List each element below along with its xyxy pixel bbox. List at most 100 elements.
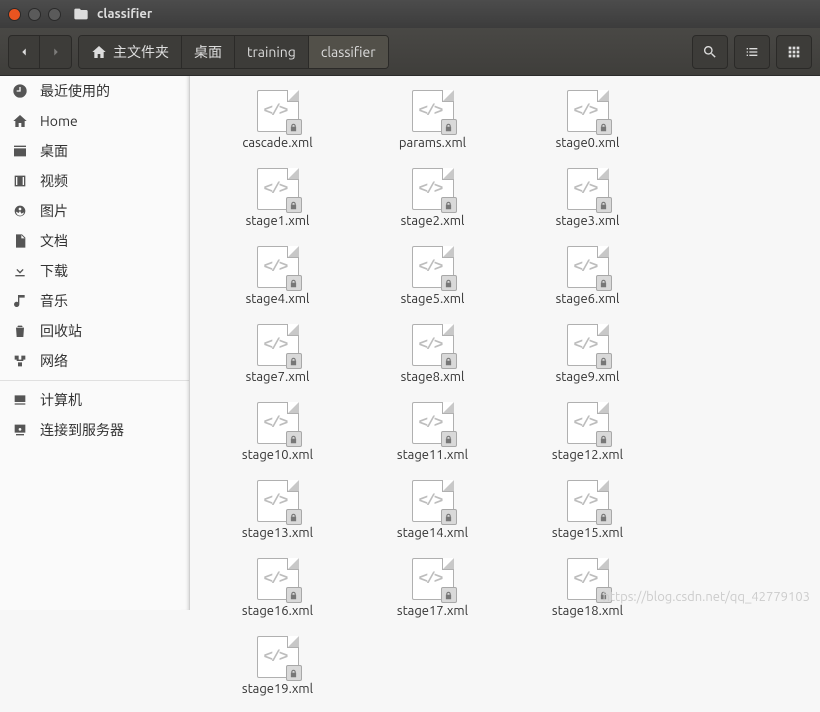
sidebar-item[interactable]: 视频 [0,166,189,196]
xml-file-icon: </> [257,246,299,288]
lock-icon [444,513,453,522]
file-item[interactable]: </>stage19.xml [200,634,355,712]
file-label: stage10.xml [242,448,313,462]
xml-file-icon: </> [412,480,454,522]
lock-icon [444,591,453,600]
home-icon [12,113,28,129]
file-item[interactable]: </> stage10.xml [200,400,355,478]
path-segment[interactable]: 桌面 [182,36,235,68]
xml-file-icon: </> [567,90,609,132]
lock-icon [444,279,453,288]
file-label: stage7.xml [246,370,310,384]
minimize-button[interactable] [28,8,41,21]
sidebar-item[interactable]: 最近使用的 [0,76,189,106]
xml-file-icon: </> [257,402,299,444]
sidebar-item[interactable]: 桌面 [0,136,189,166]
file-label: stage8.xml [401,370,465,384]
file-label: stage0.xml [556,136,620,150]
lock-icon [444,435,453,444]
xml-file-icon: </> [412,90,454,132]
list-view-button[interactable] [734,35,770,69]
file-item[interactable]: </>stage17.xml [355,556,510,634]
sidebar-item-label: 下载 [40,261,68,281]
watermark: https://blog.csdn.net/qq_42779103 [603,590,811,604]
xml-file-icon: </> [257,90,299,132]
file-item[interactable]: </>stage13.xml [200,478,355,556]
file-item[interactable]: </> stage9.xml [510,322,665,400]
pictures-icon [12,203,28,219]
file-item[interactable]: </>stage2.xml [355,166,510,244]
file-item[interactable]: </>stage11.xml [355,400,510,478]
file-item[interactable]: </> stage15.xml [510,478,665,556]
close-button[interactable] [8,8,21,21]
path-label: 主文件夹 [113,42,169,62]
file-label: stage6.xml [556,292,620,306]
xml-file-icon: </> [257,324,299,366]
sidebar-item-label: 文档 [40,231,68,251]
file-item[interactable]: </>stage16.xml [200,556,355,634]
file-item[interactable]: </>stage1.xml [200,166,355,244]
list-icon [744,44,760,60]
file-label: stage4.xml [246,292,310,306]
file-item[interactable]: </> stage7.xml [200,322,355,400]
clock-icon [12,83,28,99]
sidebar-item-label: 网络 [40,351,68,371]
file-label: stage19.xml [242,682,313,696]
sidebar-item-label: 最近使用的 [40,81,110,101]
file-label: stage9.xml [556,370,620,384]
search-button[interactable] [692,35,728,69]
path-segment[interactable]: training [235,36,309,68]
sidebar-item[interactable]: 计算机 [0,385,189,415]
forward-button[interactable] [40,35,72,69]
file-label: stage14.xml [397,526,468,540]
sidebar-item[interactable]: 文档 [0,226,189,256]
documents-icon [12,233,28,249]
sidebar-item[interactable]: 连接到服务器 [0,415,189,445]
path-segment[interactable]: classifier [309,36,388,68]
file-item[interactable]: </>stage6.xml [510,244,665,322]
sidebar-item[interactable]: Home [0,106,189,136]
xml-file-icon: </> [567,402,609,444]
network-icon [12,353,28,369]
path-segment[interactable]: 主文件夹 [79,36,182,68]
file-item[interactable]: </> params.xml [355,88,510,166]
file-item[interactable]: </>stage8.xml [355,322,510,400]
lock-icon [289,123,298,132]
sidebar-item[interactable]: 音乐 [0,286,189,316]
maximize-button[interactable] [48,8,61,21]
path-label: classifier [321,44,376,60]
sidebar-item-label: 回收站 [40,321,82,341]
file-item[interactable]: </>stage3.xml [510,166,665,244]
lock-icon [444,123,453,132]
file-item[interactable]: </> stage4.xml [200,244,355,322]
lock-icon [599,435,608,444]
sidebar-item[interactable]: 下载 [0,256,189,286]
file-item[interactable]: </> stage14.xml [355,478,510,556]
file-item[interactable]: </>cascade.xml [200,88,355,166]
file-item[interactable]: </>stage5.xml [355,244,510,322]
file-item[interactable]: </> stage0.xml [510,88,665,166]
path-label: 桌面 [194,42,222,62]
sidebar-item[interactable]: 网络 [0,346,189,376]
sidebar-item-label: 视频 [40,171,68,191]
file-label: stage2.xml [401,214,465,228]
file-item[interactable]: </>stage12.xml [510,400,665,478]
file-label: stage15.xml [552,526,623,540]
xml-file-icon: </> [567,324,609,366]
xml-file-icon: </> [257,558,299,600]
sidebar: 最近使用的 Home 桌面视频图片文档下载音乐回收站网络计算机连接到服务器 [0,76,190,610]
sidebar-item[interactable]: 图片 [0,196,189,226]
pathbar: 主文件夹 桌面 training classifier [78,35,389,69]
lock-icon [289,279,298,288]
xml-file-icon: </> [567,168,609,210]
sidebar-item-label: Home [40,113,78,129]
sidebar-item-label: 桌面 [40,141,68,161]
file-label: params.xml [399,136,466,150]
grid-view-button[interactable] [776,35,812,69]
back-button[interactable] [8,35,40,69]
titlebar: classifier [0,0,820,28]
sidebar-item[interactable]: 回收站 [0,316,189,346]
lock-icon [289,513,298,522]
xml-file-icon: </> [567,480,609,522]
file-label: stage1.xml [246,214,310,228]
